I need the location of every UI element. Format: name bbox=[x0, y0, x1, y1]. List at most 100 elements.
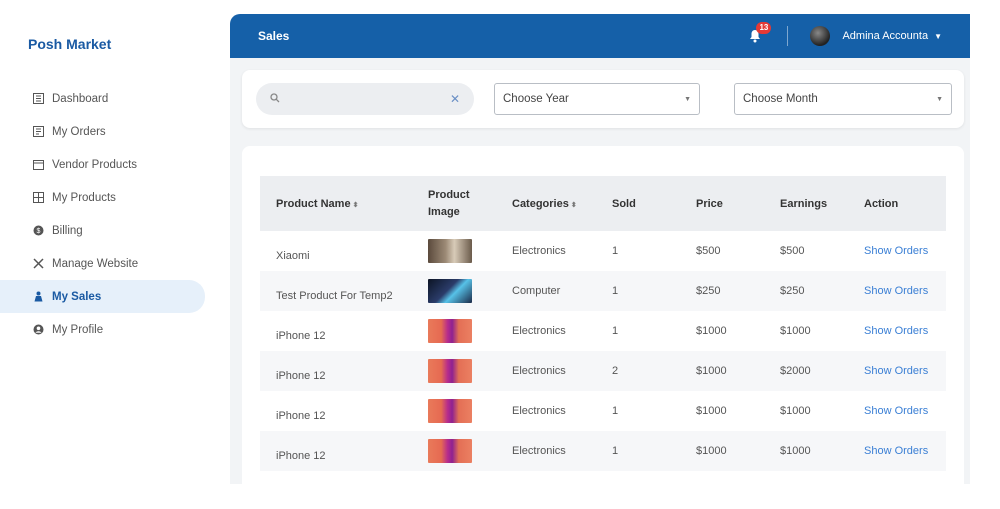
avatar[interactable] bbox=[810, 26, 831, 46]
chevron-down-icon: ▼ bbox=[936, 95, 943, 103]
header-product-name-label: Product Name bbox=[276, 197, 351, 210]
product-thumbnail bbox=[428, 359, 472, 383]
cell-sold: 2 bbox=[612, 365, 619, 377]
month-select[interactable]: Choose Month ▼ bbox=[734, 83, 952, 115]
sidebar-item-billing[interactable]: $ Billing bbox=[0, 214, 205, 247]
cell-product-image bbox=[420, 431, 504, 471]
cell-price: $1000 bbox=[696, 365, 727, 377]
cell-product-name: iPhone 12 bbox=[276, 410, 326, 422]
show-orders-link: Show Orders bbox=[856, 391, 946, 431]
sort-icon[interactable]: ⬍ bbox=[571, 202, 577, 209]
table-header-row: Product Name ⬍ Product Image Categories ⬍ … bbox=[260, 176, 946, 231]
sidebar-item-label: Manage Website bbox=[52, 257, 139, 270]
cell-earnings: $500 bbox=[780, 245, 805, 257]
table-row: iPhone 12 Electronics 1 $1000 $1000 Show Orde… bbox=[260, 431, 946, 471]
search-box: ✕ bbox=[256, 83, 474, 115]
cell-product-image bbox=[420, 351, 504, 391]
cell-sold: 1 bbox=[612, 445, 619, 457]
search-input[interactable] bbox=[290, 93, 450, 105]
user-menu-name[interactable]: Admina Accounta bbox=[842, 30, 928, 42]
sidebar-item-label: My Sales bbox=[52, 290, 102, 303]
product-thumbnail bbox=[428, 439, 472, 463]
cell-category: Electronics bbox=[512, 325, 566, 337]
show-orders-link[interactable]: Show Orders bbox=[864, 325, 928, 337]
notifications-button[interactable]: 13 bbox=[749, 22, 772, 44]
header-categories[interactable]: Categories ⬍ bbox=[504, 176, 604, 231]
cell-product-image bbox=[420, 271, 504, 311]
product-thumbnail bbox=[428, 279, 472, 303]
sales-table-card: Product Name ⬍ Product Image Categories ⬍ … bbox=[242, 146, 964, 484]
cell-product-image bbox=[420, 391, 504, 431]
products-icon bbox=[32, 192, 44, 204]
show-orders-link[interactable]: Show Orders bbox=[864, 285, 928, 297]
sidebar-item-manage-website[interactable]: Manage Website bbox=[0, 247, 205, 280]
table-row: iPhone 12 Electronics 1 $1000 $1000 Show Orde… bbox=[260, 391, 946, 431]
sidebar-item-my-profile[interactable]: My Profile bbox=[0, 313, 205, 346]
notification-badge: 13 bbox=[756, 22, 772, 34]
year-select-value: Choose Year bbox=[503, 93, 569, 105]
month-select-value: Choose Month bbox=[743, 93, 818, 105]
cell-sold: 1 bbox=[612, 325, 619, 337]
sidebar-item-dashboard[interactable]: Dashboard bbox=[0, 82, 205, 115]
header-action: Action bbox=[864, 197, 899, 210]
show-orders-link[interactable]: Show Orders bbox=[864, 245, 928, 257]
show-orders-link: Show Orders bbox=[856, 231, 946, 271]
topbar-divider bbox=[787, 26, 789, 46]
sidebar-nav: Dashboard My Orders Vendor Products My Prod… bbox=[0, 82, 205, 346]
header-sold: Sold bbox=[612, 197, 636, 210]
product-thumbnail bbox=[428, 399, 472, 423]
show-orders-link[interactable]: Show Orders bbox=[864, 405, 928, 417]
caret-down-icon[interactable]: ▼ bbox=[934, 32, 942, 41]
header-earnings: Earnings bbox=[780, 197, 828, 210]
sidebar-item-my-orders[interactable]: My Orders bbox=[0, 115, 205, 148]
table-row: Test Product For Temp2 Computer 1 $250 $250 S… bbox=[260, 271, 946, 311]
show-orders-link: Show Orders bbox=[856, 431, 946, 471]
sidebar-item-label: My Products bbox=[52, 191, 116, 204]
cell-sold: 1 bbox=[612, 285, 619, 297]
cell-product-name: iPhone 12 bbox=[276, 370, 326, 382]
sort-icon[interactable]: ⬍ bbox=[353, 202, 359, 209]
sidebar-item-label: Billing bbox=[52, 224, 83, 237]
profile-icon bbox=[32, 324, 44, 336]
cell-price: $1000 bbox=[696, 325, 727, 337]
header-product-image: Product Image bbox=[428, 188, 470, 218]
show-orders-link[interactable]: Show Orders bbox=[864, 365, 928, 377]
sidebar-item-vendor-products[interactable]: Vendor Products bbox=[0, 148, 205, 181]
cell-price: $1000 bbox=[696, 405, 727, 417]
tools-icon bbox=[32, 258, 44, 270]
sidebar-item-label: My Orders bbox=[52, 125, 106, 138]
sidebar-item-label: My Profile bbox=[52, 323, 104, 336]
cell-earnings: $1000 bbox=[780, 325, 811, 337]
sidebar-item-my-products[interactable]: My Products bbox=[0, 181, 205, 214]
cell-category: Electronics bbox=[512, 445, 566, 457]
dashboard-icon bbox=[32, 93, 44, 105]
header-categories-label: Categories bbox=[512, 197, 569, 210]
product-thumbnail bbox=[428, 319, 472, 343]
cell-category: Electronics bbox=[512, 405, 566, 417]
brand-logo-text[interactable]: Posh Market bbox=[28, 36, 111, 52]
product-thumbnail bbox=[428, 239, 472, 263]
cell-category: Computer bbox=[512, 285, 561, 297]
cell-price: $1000 bbox=[696, 445, 727, 457]
cell-earnings: $1000 bbox=[780, 445, 811, 457]
header-product-name[interactable]: Product Name ⬍ bbox=[260, 176, 420, 231]
page-title: Sales bbox=[258, 29, 290, 43]
year-select[interactable]: Choose Year ▼ bbox=[494, 83, 700, 115]
chevron-down-icon: ▼ bbox=[684, 95, 691, 103]
sidebar-item-label: Vendor Products bbox=[52, 158, 138, 171]
cell-earnings: $1000 bbox=[780, 405, 811, 417]
vendor-products-icon bbox=[32, 159, 44, 171]
cell-product-image bbox=[420, 231, 504, 271]
sidebar-item-my-sales[interactable]: My Sales bbox=[0, 280, 205, 313]
main-panel: Sales 13 Admina Accounta ▼ ✕ Choose Year… bbox=[230, 14, 970, 484]
cell-earnings: $250 bbox=[780, 285, 805, 297]
filter-card: ✕ Choose Year ▼ Choose Month ▼ bbox=[242, 70, 964, 128]
cell-category: Electronics bbox=[512, 245, 566, 257]
cell-product-name: Test Product For Temp2 bbox=[276, 290, 393, 302]
cell-earnings: $2000 bbox=[780, 365, 811, 377]
show-orders-link[interactable]: Show Orders bbox=[864, 445, 928, 457]
cell-sold: 1 bbox=[612, 405, 619, 417]
orders-icon bbox=[32, 126, 44, 138]
clear-search-icon[interactable]: ✕ bbox=[450, 92, 460, 106]
show-orders-link: Show Orders bbox=[856, 351, 946, 391]
